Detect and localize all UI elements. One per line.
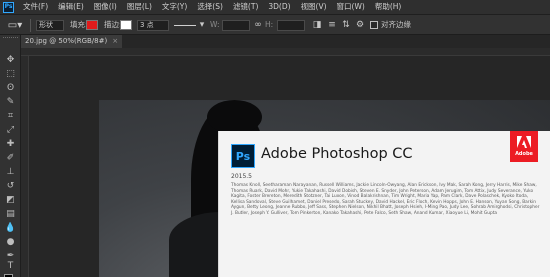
splash-title: Adobe Photoshop CC (261, 146, 413, 162)
path-operations-icon[interactable]: ◨ (312, 20, 322, 30)
align-edges-checkbox[interactable] (370, 21, 378, 29)
path-alignment-icon[interactable]: ≡ (327, 20, 337, 30)
crop-tool-icon[interactable]: ⌗ (4, 111, 17, 122)
options-bar: ▭▾ 形状 填充: 描边: 3 点 ▾ W: ∞ H: ◨ ≡ ⇅ ⚙ 对齐边缘 (0, 14, 550, 35)
adobe-logo-text: Adobe (515, 151, 533, 157)
horizontal-ruler (21, 48, 550, 56)
type-tool-icon[interactable]: T (4, 261, 17, 272)
history-brush-tool-icon[interactable]: ↺ (4, 181, 17, 192)
width-field[interactable] (222, 20, 250, 31)
splash-credits: Thomas Knoll, Seetharaman Narayanan, Rus… (231, 183, 540, 216)
lasso-tool-icon[interactable]: ʘ (4, 83, 17, 94)
stroke-color-swatch[interactable] (120, 20, 132, 30)
menu-edit[interactable]: 编辑(E) (53, 0, 89, 14)
tool-mode-value: 形状 (39, 21, 53, 29)
menu-filter[interactable]: 滤镜(T) (228, 0, 263, 14)
dodge-tool-icon[interactable]: ● (4, 237, 17, 248)
move-tool-icon[interactable]: ✥ (4, 55, 17, 66)
stroke-type-line-icon[interactable] (174, 25, 196, 26)
eraser-tool-icon[interactable]: ◩ (4, 195, 17, 206)
fill-color-swatch[interactable] (86, 20, 98, 30)
menu-file[interactable]: 文件(F) (18, 0, 53, 14)
healing-brush-tool-icon[interactable]: ✚ (4, 139, 17, 150)
marquee-tool-icon[interactable]: ⬚ (4, 69, 17, 80)
chevron-down-icon[interactable]: ▾ (197, 20, 207, 30)
divider (30, 19, 31, 32)
clone-stamp-tool-icon[interactable]: ⊥ (4, 167, 17, 178)
gear-icon[interactable]: ⚙ (355, 20, 365, 30)
adobe-logo-icon (517, 136, 531, 148)
eyedropper-tool-icon[interactable]: ⤢ (4, 125, 17, 136)
splash-screen: Ps Adobe Photoshop CC 2015.5 Adobe Thoma… (218, 131, 550, 277)
stroke-label: 描边: (104, 20, 122, 29)
width-field-label: W: (210, 20, 220, 29)
path-arrangement-icon[interactable]: ⇅ (341, 20, 351, 30)
document-tab-label: 20.jpg @ 50%(RGB/8#) (25, 37, 108, 45)
vertical-ruler (21, 56, 29, 277)
menu-help[interactable]: 帮助(H) (370, 0, 407, 14)
blur-tool-icon[interactable]: 💧 (4, 223, 17, 234)
photoshop-logo-icon: Ps (3, 1, 14, 13)
stroke-width-field[interactable]: 3 点 (137, 20, 169, 31)
fill-label: 填充: (70, 20, 88, 29)
menu-bar: Ps 文件(F) 编辑(E) 图像(I) 图层(L) 文字(Y) 选择(S) 滤… (0, 0, 550, 14)
menu-view[interactable]: 视图(V) (296, 0, 332, 14)
brush-tool-icon[interactable]: ✐ (4, 153, 17, 164)
shape-tool-preset-icon[interactable]: ▭▾ (4, 19, 26, 32)
menu-type[interactable]: 文字(Y) (157, 0, 192, 14)
align-edges-label: 对齐边缘 (381, 20, 411, 29)
menu-layer[interactable]: 图层(L) (122, 0, 157, 14)
quick-select-tool-icon[interactable]: ✎ (4, 97, 17, 108)
gradient-tool-icon[interactable]: ▤ (4, 209, 17, 220)
adobe-logo-badge: Adobe (510, 131, 538, 162)
link-icon[interactable]: ∞ (253, 20, 263, 30)
document-tab-bar: 20.jpg @ 50%(RGB/8#) × (21, 35, 550, 48)
tool-mode-select[interactable]: 形状 (36, 20, 64, 31)
height-field[interactable] (277, 20, 305, 31)
close-icon[interactable]: × (112, 35, 118, 48)
height-field-label: H: (265, 20, 274, 29)
panel-grip[interactable] (3, 37, 18, 40)
photoshop-app-icon: Ps (231, 144, 255, 168)
menu-3d[interactable]: 3D(D) (263, 0, 295, 14)
stroke-width-value: 3 点 (140, 21, 154, 29)
menu-window[interactable]: 窗口(W) (332, 0, 370, 14)
splash-version: 2015.5 (231, 173, 252, 180)
tools-panel: ✥ ⬚ ʘ ✎ ⌗ ⤢ ✚ ✐ ⊥ ↺ ◩ ▤ 💧 ● ✒ T (0, 35, 21, 277)
photo-bangs-shape (207, 100, 262, 134)
document-tab[interactable]: 20.jpg @ 50%(RGB/8#) × (21, 35, 123, 48)
menu-image[interactable]: 图像(I) (89, 0, 122, 14)
menu-select[interactable]: 选择(S) (192, 0, 228, 14)
